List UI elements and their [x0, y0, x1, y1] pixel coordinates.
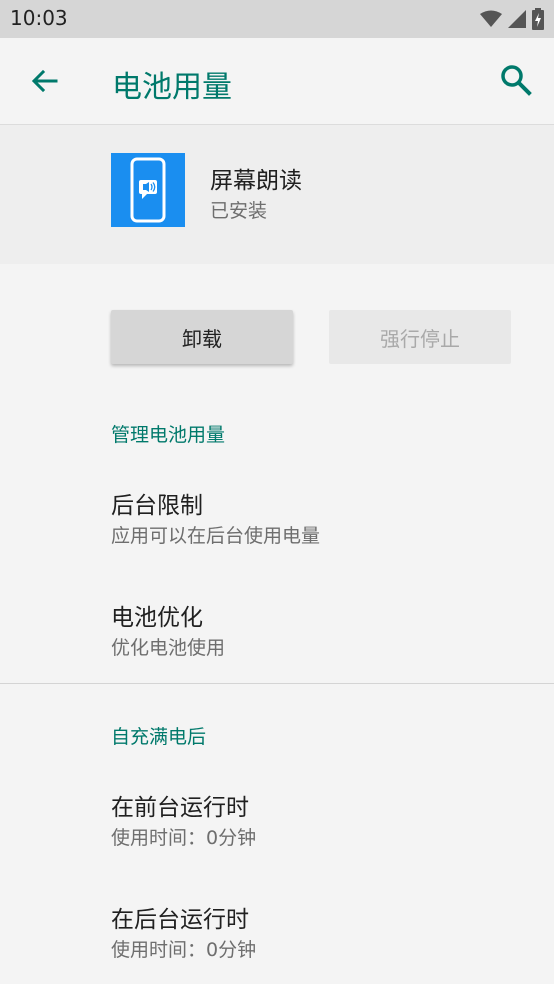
pref-title: 在后台运行时: [111, 907, 249, 933]
pref-title: 后台限制: [111, 493, 203, 519]
cellular-signal-icon: [508, 10, 526, 28]
force-stop-button: 强行停止: [329, 310, 511, 364]
app-header: 屏幕朗读 已安装: [0, 125, 554, 264]
status-bar: 10:03: [0, 0, 554, 38]
status-icons: [480, 8, 544, 30]
section-header-manage-battery: 管理电池用量: [111, 424, 226, 446]
app-icon: [111, 153, 185, 227]
pref-background-restriction[interactable]: 后台限制 应用可以在后台使用电量: [0, 470, 554, 570]
battery-icon: [532, 8, 544, 30]
divider: [0, 683, 554, 684]
pref-title: 电池优化: [111, 605, 203, 631]
pref-summary: 应用可以在后台使用电量: [111, 525, 321, 547]
pref-summary: 优化电池使用: [111, 637, 226, 659]
uninstall-button[interactable]: 卸载: [111, 310, 293, 364]
search-icon[interactable]: [498, 62, 534, 98]
wifi-icon: [480, 10, 502, 27]
app-name: 屏幕朗读: [210, 168, 302, 194]
app-bar: 电池用量: [0, 38, 554, 125]
phone-speaker-icon: [130, 157, 166, 223]
pref-summary: 使用时间：0分钟: [111, 939, 257, 961]
app-install-status: 已安装: [210, 200, 268, 222]
pref-summary: 使用时间：0分钟: [111, 827, 257, 849]
page-title: 电池用量: [112, 70, 232, 105]
pref-foreground-usage: 在前台运行时 使用时间：0分钟: [0, 772, 554, 872]
pref-title: 在前台运行时: [111, 795, 249, 821]
pref-battery-optimization[interactable]: 电池优化 优化电池使用: [0, 582, 554, 682]
section-header-since-full-charge: 自充满电后: [111, 726, 207, 748]
back-arrow-icon[interactable]: [26, 64, 62, 100]
status-time: 10:03: [10, 6, 68, 30]
pref-background-usage: 在后台运行时 使用时间：0分钟: [0, 884, 554, 984]
